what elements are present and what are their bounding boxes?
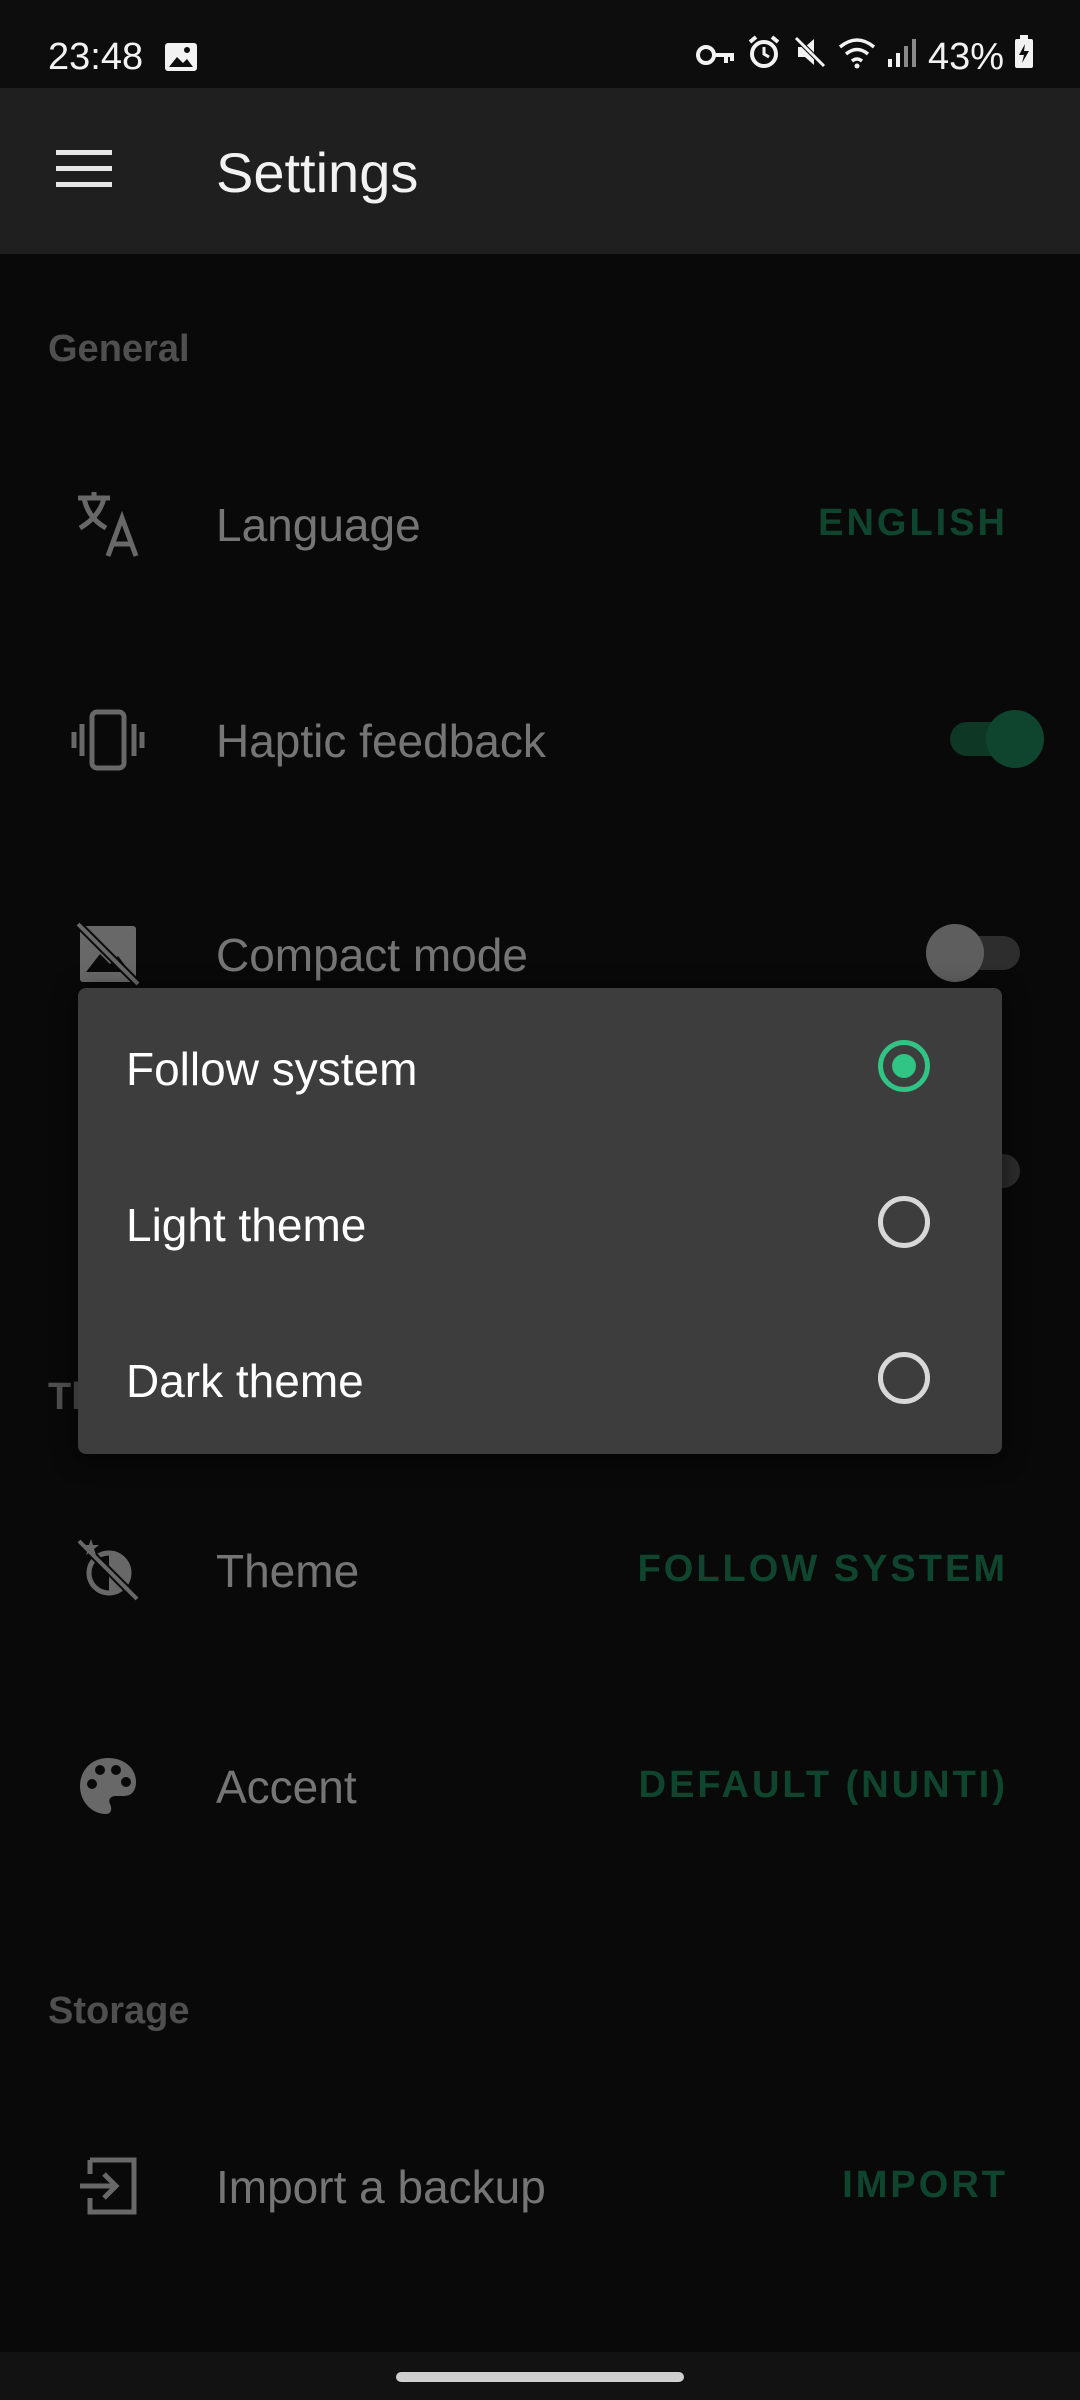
vpn-key-icon bbox=[695, 36, 736, 79]
app-bar bbox=[0, 88, 1080, 254]
home-gesture-handle[interactable] bbox=[396, 2372, 684, 2382]
theme-dialog: Follow system Light theme Dark theme bbox=[78, 988, 1002, 1454]
status-time: 23:48 bbox=[48, 36, 144, 78]
theme-option-dark[interactable]: Dark theme bbox=[78, 1300, 1002, 1456]
radio-button[interactable] bbox=[878, 1196, 930, 1248]
radio-dot bbox=[892, 1054, 916, 1078]
theme-option-light[interactable]: Light theme bbox=[78, 1144, 1002, 1300]
alarm-icon bbox=[746, 34, 782, 80]
hamburger-menu-button[interactable] bbox=[40, 124, 128, 212]
option-label: Light theme bbox=[126, 1199, 367, 1251]
status-icons: 43% bbox=[695, 34, 1034, 80]
radio-button-selected[interactable] bbox=[878, 1040, 930, 1092]
wifi-icon bbox=[838, 36, 876, 79]
mute-icon bbox=[792, 34, 828, 80]
theme-option-follow-system[interactable]: Follow system bbox=[78, 988, 1002, 1144]
option-label: Dark theme bbox=[126, 1355, 364, 1407]
signal-icon bbox=[886, 36, 918, 79]
radio-button[interactable] bbox=[878, 1352, 930, 1404]
battery-text: 43% bbox=[927, 35, 1004, 78]
hamburger-menu-icon bbox=[56, 150, 112, 187]
image-icon bbox=[164, 42, 198, 77]
option-label: Follow system bbox=[126, 1043, 418, 1095]
page-title: Settings bbox=[216, 141, 419, 204]
battery-charging-icon bbox=[1014, 35, 1034, 79]
